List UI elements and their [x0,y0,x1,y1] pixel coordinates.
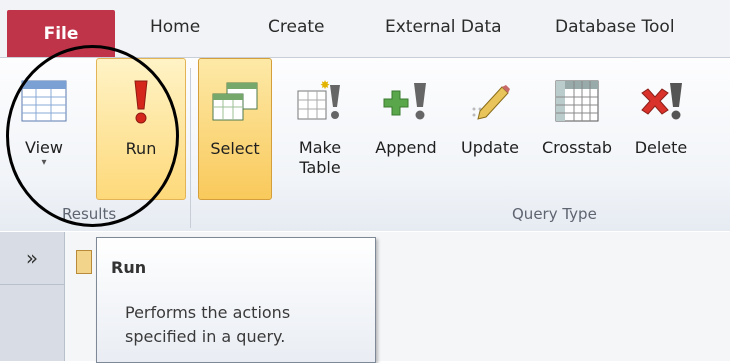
group-separator [190,68,191,228]
view-button[interactable]: View ▾ [12,58,76,198]
select-label: Select [210,139,260,158]
query-type-group-label: Query Type [512,205,597,223]
query-tab-icon[interactable] [76,250,92,274]
tab-database-tools[interactable]: Database Tool [555,17,675,37]
select-query-icon [209,77,261,127]
update-label: Update [461,138,519,157]
run-button[interactable]: Run [96,58,186,200]
run-tooltip: Run Performs the actions specified in a … [96,237,376,363]
results-group-label: Results [62,205,117,223]
expand-nav-pane-button[interactable]: » [0,232,64,285]
select-query-button[interactable]: Select [198,58,272,200]
navigation-pane: » [0,232,65,361]
tooltip-body: Performs the actions specified in a quer… [125,303,291,346]
run-label: Run [125,139,157,158]
append-label: Append [375,138,437,157]
tab-file[interactable]: File [7,10,115,57]
view-label: View [25,138,63,157]
tab-external-data[interactable]: External Data [385,17,502,37]
update-pencil-icon [464,76,516,126]
update-button[interactable]: Update [449,58,531,198]
chevron-down-icon[interactable]: ▾ [41,158,46,168]
delete-x-icon [635,76,687,126]
delete-button[interactable]: Delete [622,58,700,198]
append-button[interactable]: Append [366,58,446,198]
tooltip-title: Run [111,258,147,277]
crosstab-button[interactable]: Crosstab [533,58,621,198]
delete-label: Delete [634,138,688,157]
append-plus-icon [380,76,432,126]
make-table-icon: ✸ [294,76,346,126]
crosstab-grid-icon [551,76,603,126]
svg-text:✸: ✸ [320,79,330,92]
tab-home[interactable]: Home [150,17,200,37]
make-table-button[interactable]: ✸ Make Table [287,58,353,198]
make-table-label: Make Table [298,138,342,177]
ribbon: View ▾ Run Results Select ✸ Make Table A… [0,57,730,231]
crosstab-label: Crosstab [541,138,613,157]
ribbon-tab-bar: File Home Create External Data Database … [0,0,730,57]
datasheet-view-icon [18,76,70,126]
tab-create[interactable]: Create [268,17,325,37]
exclamation-icon [115,77,167,127]
